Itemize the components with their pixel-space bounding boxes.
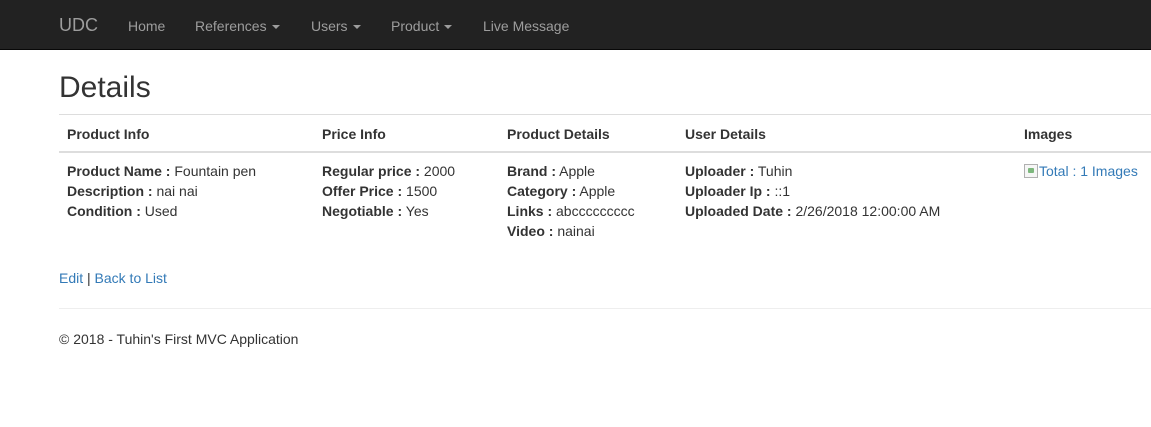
condition-row: Condition : Used bbox=[67, 201, 256, 221]
negotiable-row: Negotiable : Yes bbox=[322, 201, 455, 221]
nav-item-label: Live Message bbox=[483, 18, 570, 34]
field-label: Links : bbox=[507, 203, 553, 219]
offer-price-row: Offer Price : 1500 bbox=[322, 181, 455, 201]
chevron-down-icon bbox=[352, 25, 361, 30]
field-value: Apple bbox=[579, 183, 616, 199]
brand-row: Brand : Apple bbox=[507, 161, 635, 181]
page-title: Details bbox=[59, 71, 151, 104]
navbar: UDC Home References Users Product Live M… bbox=[0, 0, 1151, 50]
header-product-info: Product Info bbox=[67, 126, 150, 142]
chevron-down-icon bbox=[271, 25, 280, 30]
nav-item-users[interactable]: Users bbox=[311, 16, 361, 36]
field-label: Video : bbox=[507, 223, 554, 239]
price-info-cell: Regular price : 2000 Offer Price : 1500 … bbox=[322, 161, 455, 221]
field-value: abccccccccc bbox=[556, 203, 635, 219]
field-value: Tuhin bbox=[757, 163, 793, 179]
uploader-row: Uploader : Tuhin bbox=[685, 161, 940, 181]
nav-item-product[interactable]: Product bbox=[391, 16, 453, 36]
nav-item-label: Users bbox=[311, 18, 348, 34]
table-top-border bbox=[59, 114, 1151, 115]
nav-item-label: References bbox=[195, 18, 267, 34]
field-value: Yes bbox=[405, 203, 429, 219]
header-images: Images bbox=[1024, 126, 1073, 142]
uploaded-date-row: Uploaded Date : 2/26/2018 12:00:00 AM bbox=[685, 201, 940, 221]
field-label: Negotiable : bbox=[322, 203, 403, 219]
images-link[interactable]: Total : 1 Images bbox=[1024, 161, 1138, 181]
chevron-down-icon bbox=[444, 25, 453, 30]
field-value: nai nai bbox=[156, 183, 198, 199]
field-value: 2/26/2018 12:00:00 AM bbox=[795, 203, 941, 219]
field-label: Brand : bbox=[507, 163, 556, 179]
field-value: ::1 bbox=[774, 183, 791, 199]
actions-bar: Edit | Back to List bbox=[59, 269, 167, 287]
separator: | bbox=[87, 270, 91, 286]
header-price-info: Price Info bbox=[322, 126, 386, 142]
user-details-cell: Uploader : Tuhin Uploader Ip : ::1 Uploa… bbox=[685, 161, 940, 221]
nav-item-label: Home bbox=[128, 18, 166, 34]
back-to-list-link[interactable]: Back to List bbox=[95, 270, 167, 286]
field-value: Used bbox=[144, 203, 178, 219]
video-row: Video : nainai bbox=[507, 221, 635, 241]
product-info-cell: Product Name : Fountain pen Description … bbox=[67, 161, 256, 221]
field-label: Condition : bbox=[67, 203, 141, 219]
nav-item-label: Product bbox=[391, 18, 440, 34]
field-label: Description : bbox=[67, 183, 153, 199]
product-name-row: Product Name : Fountain pen bbox=[67, 161, 256, 181]
header-product-details: Product Details bbox=[507, 126, 610, 142]
field-value: 2000 bbox=[423, 163, 456, 179]
table-header-border bbox=[59, 151, 1151, 153]
edit-link[interactable]: Edit bbox=[59, 270, 83, 286]
nav-item-home[interactable]: Home bbox=[128, 16, 165, 36]
nav-item-references[interactable]: References bbox=[195, 16, 280, 36]
field-label: Uploaded Date : bbox=[685, 203, 792, 219]
category-row: Category : Apple bbox=[507, 181, 635, 201]
broken-image-icon bbox=[1024, 164, 1038, 178]
nav-item-live-message[interactable]: Live Message bbox=[483, 16, 569, 36]
uploader-ip-row: Uploader Ip : ::1 bbox=[685, 181, 940, 201]
images-link-label: Total : 1 Images bbox=[1039, 163, 1138, 179]
field-label: Offer Price : bbox=[322, 183, 403, 199]
description-row: Description : nai nai bbox=[67, 181, 256, 201]
links-row: Links : abccccccccc bbox=[507, 201, 635, 221]
field-label: Uploader : bbox=[685, 163, 755, 179]
field-value: Fountain pen bbox=[174, 163, 257, 179]
field-value: 1500 bbox=[406, 183, 438, 199]
field-value: nainai bbox=[557, 223, 595, 239]
navbar-brand[interactable]: UDC bbox=[59, 15, 98, 35]
field-label: Product Name : bbox=[67, 163, 171, 179]
field-value: Apple bbox=[559, 163, 595, 179]
field-label: Uploader Ip : bbox=[685, 183, 771, 199]
regular-price-row: Regular price : 2000 bbox=[322, 161, 455, 181]
field-label: Category : bbox=[507, 183, 577, 199]
product-details-cell: Brand : Apple Category : Apple Links : a… bbox=[507, 161, 635, 241]
footer-text: © 2018 - Tuhin's First MVC Application bbox=[59, 331, 299, 347]
field-label: Regular price : bbox=[322, 163, 421, 179]
divider bbox=[59, 308, 1151, 309]
header-user-details: User Details bbox=[685, 126, 766, 142]
